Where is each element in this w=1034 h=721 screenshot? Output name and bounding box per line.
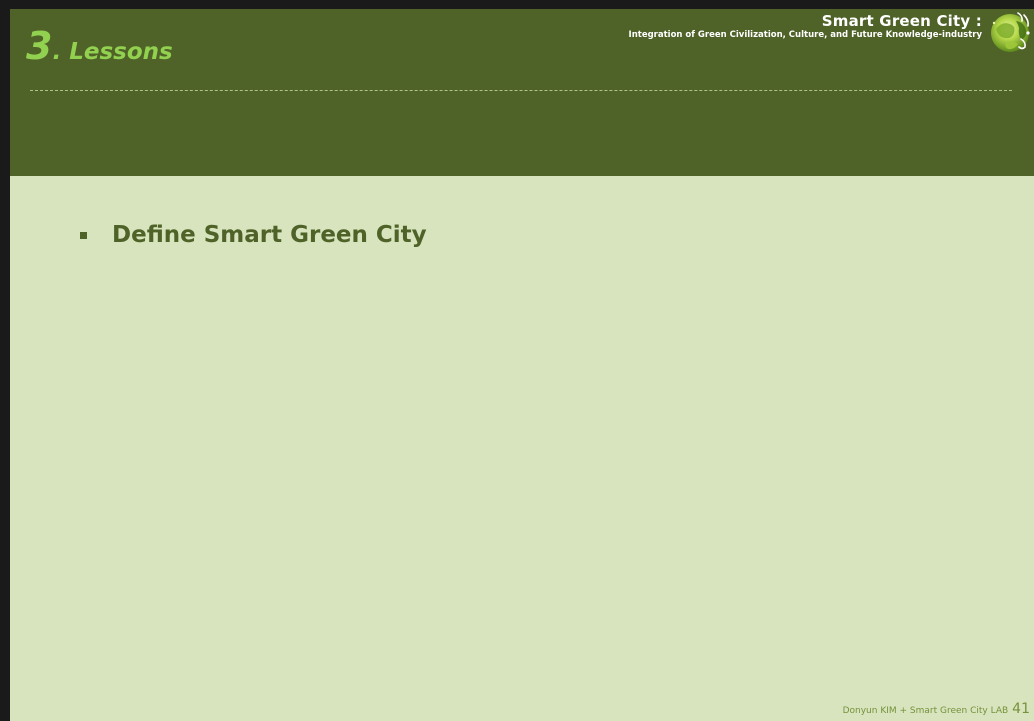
section-title-text: . Lessons [52, 39, 173, 65]
green-globe-logo-icon [991, 12, 1030, 52]
header-band: 3. Lessons Smart Green City : Integratio… [10, 9, 1034, 176]
title-divider [30, 90, 1012, 91]
bullet-item: Define Smart Green City [80, 221, 427, 249]
square-bullet-icon [80, 231, 87, 239]
section-number: 3 [26, 24, 53, 68]
slide: 3. Lessons Smart Green City : Integratio… [0, 0, 1034, 721]
section-title: 3. Lessons [26, 27, 173, 65]
footer-credit: Donyun KIM + Smart Green City LAB [842, 706, 1009, 716]
page-number: 41 [1012, 701, 1030, 717]
footer: Donyun KIM + Smart Green City LAB 41 [843, 701, 1030, 717]
bullet-text: Define Smart Green City [112, 222, 427, 248]
brand-title: Smart Green City : [821, 12, 982, 30]
brand-subtitle: Integration of Green Civilization, Cultu… [628, 30, 982, 40]
brand-block: Smart Green City : Integration of Green … [629, 13, 982, 41]
